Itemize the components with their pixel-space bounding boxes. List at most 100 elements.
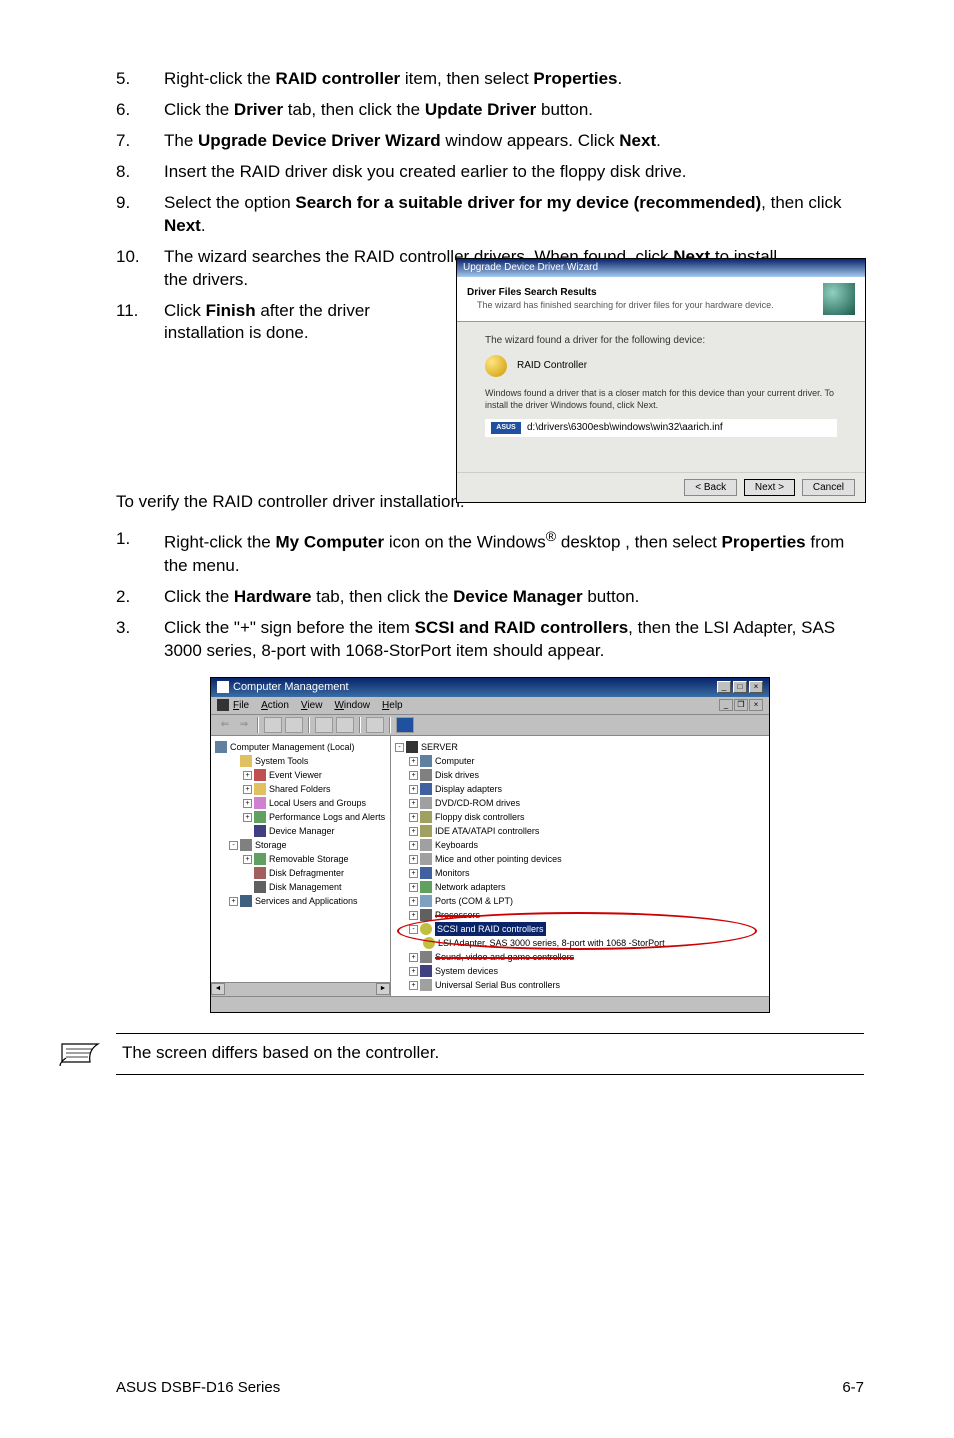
tree-item-label[interactable]: Universal Serial Bus controllers <box>435 978 560 992</box>
tree-item-label[interactable]: Storage <box>255 838 287 852</box>
tree-item-label[interactable]: Floppy disk controllers <box>435 810 525 824</box>
scroll-right-button[interactable]: ► <box>376 983 390 995</box>
tree-item-label[interactable]: Ports (COM & LPT) <box>435 894 513 908</box>
note-icon <box>58 1040 102 1066</box>
collapse-icon[interactable]: - <box>395 743 404 752</box>
expand-icon[interactable]: + <box>243 799 252 808</box>
toolbar-button[interactable] <box>366 717 384 733</box>
mouse-icon <box>420 853 432 865</box>
tree-item-label[interactable]: IDE ATA/ATAPI controllers <box>435 824 539 838</box>
toolbar-forward-icon[interactable]: ⇒ <box>236 717 252 733</box>
tree-item-label[interactable]: Mice and other pointing devices <box>435 852 562 866</box>
expand-icon[interactable]: + <box>229 897 238 906</box>
expand-icon[interactable]: + <box>409 981 418 990</box>
close-button[interactable]: × <box>749 681 763 693</box>
sys-icon <box>420 965 432 977</box>
console-icon <box>217 699 229 711</box>
tree-item-label[interactable]: Disk Defragmenter <box>269 866 344 880</box>
minimize-button[interactable]: _ <box>717 681 731 693</box>
tree-item-label[interactable]: System Tools <box>255 754 308 768</box>
menu-window[interactable]: Window <box>334 699 370 713</box>
note-box: The screen differs based on the controll… <box>116 1033 864 1075</box>
back-button[interactable]: < Back <box>684 479 737 497</box>
expand-icon[interactable]: - <box>229 841 238 850</box>
menu-help[interactable]: Help <box>382 699 403 713</box>
tree-item-label[interactable]: Event Viewer <box>269 768 322 782</box>
server-label[interactable]: SERVER <box>421 740 458 754</box>
tree-item-label[interactable]: Shared Folders <box>269 782 331 796</box>
server-icon <box>406 741 418 753</box>
users-icon <box>254 797 266 809</box>
expand-icon[interactable]: + <box>409 911 418 920</box>
tree-item-label[interactable]: Device Manager <box>269 824 335 838</box>
expand-icon[interactable]: + <box>409 953 418 962</box>
tree-item-label[interactable]: Monitors <box>435 866 470 880</box>
scroll-left-button[interactable]: ◄ <box>211 983 225 995</box>
computer-icon <box>215 741 227 753</box>
tree-root[interactable]: Computer Management (Local) <box>230 740 355 754</box>
mdi-minimize-button[interactable]: _ <box>719 699 733 711</box>
scsi-controllers-label[interactable]: SCSI and RAID controllers <box>435 922 546 936</box>
wizard-header-sub: The wizard has finished searching for dr… <box>477 299 823 311</box>
tree-item-label[interactable]: Removable Storage <box>269 852 349 866</box>
expand-icon[interactable]: + <box>409 855 418 864</box>
wizard-device: RAID Controller <box>517 359 587 373</box>
expand-icon[interactable]: + <box>409 785 418 794</box>
tree-item-label[interactable]: Network adapters <box>435 880 506 894</box>
tree-item-label[interactable]: Sound, video and game controllers <box>435 950 574 964</box>
kbd-icon <box>420 839 432 851</box>
diskmgmt-icon <box>254 881 266 893</box>
expand-icon[interactable]: + <box>409 897 418 906</box>
storage-icon <box>240 839 252 851</box>
expand-icon[interactable]: + <box>243 855 252 864</box>
dev-icon <box>420 951 432 963</box>
toolbar-button[interactable] <box>315 717 333 733</box>
wizard-match-line: Windows found a driver that is a closer … <box>485 387 837 411</box>
toolbar-button[interactable] <box>285 717 303 733</box>
next-button[interactable]: Next > <box>744 479 795 497</box>
tree-item-label[interactable]: Processors <box>435 908 480 922</box>
wizard-found-line: The wizard found a driver for the follow… <box>485 334 837 348</box>
menu-file[interactable]: File <box>233 699 249 713</box>
toolbar-button[interactable] <box>396 717 414 733</box>
tree-item-label[interactable]: Computer <box>435 754 475 768</box>
toolbar-back-icon[interactable]: ⇐ <box>217 717 233 733</box>
toolbar-button[interactable] <box>336 717 354 733</box>
expand-icon[interactable]: + <box>409 967 418 976</box>
menu-action[interactable]: Action <box>261 699 289 713</box>
expand-icon[interactable]: + <box>409 883 418 892</box>
menu-view[interactable]: View <box>301 699 323 713</box>
wizard-path: d:\drivers\6300esb\windows\win32\aarich.… <box>527 421 723 435</box>
tree-item-label[interactable]: Disk drives <box>435 768 479 782</box>
mdi-restore-button[interactable]: ❐ <box>734 699 748 711</box>
expand-icon[interactable]: + <box>409 771 418 780</box>
toolbar-button[interactable] <box>264 717 282 733</box>
expand-icon[interactable]: + <box>243 813 252 822</box>
expand-icon[interactable]: + <box>409 799 418 808</box>
tree-item-label[interactable]: Disk Management <box>269 880 342 894</box>
mdi-close-button[interactable]: × <box>749 699 763 711</box>
cm-status-bar <box>211 996 769 1012</box>
expand-icon[interactable]: + <box>409 841 418 850</box>
expand-icon[interactable]: + <box>409 827 418 836</box>
maximize-button[interactable]: □ <box>733 681 747 693</box>
tree-item-label[interactable]: Keyboards <box>435 838 478 852</box>
tree-item-label[interactable]: Display adapters <box>435 782 502 796</box>
tree-item-label[interactable]: Local Users and Groups <box>269 796 366 810</box>
footer-right: 6-7 <box>842 1378 864 1398</box>
tree-item-label[interactable]: System devices <box>435 964 498 978</box>
collapse-icon[interactable]: - <box>409 925 418 934</box>
tree-item-label[interactable]: DVD/CD-ROM drives <box>435 796 520 810</box>
expand-icon[interactable]: + <box>409 813 418 822</box>
dvd-icon <box>420 797 432 809</box>
cancel-button[interactable]: Cancel <box>802 479 855 497</box>
expand-icon[interactable]: + <box>243 785 252 794</box>
footer-left: ASUS DSBF-D16 Series <box>116 1378 280 1398</box>
lsi-adapter-label[interactable]: LSI Adapter, SAS 3000 series, 8-port wit… <box>438 936 665 950</box>
scsi-icon <box>420 923 432 935</box>
tree-item-label[interactable]: Services and Applications <box>255 894 358 908</box>
expand-icon[interactable]: + <box>409 869 418 878</box>
expand-icon[interactable]: + <box>409 757 418 766</box>
tree-item-label[interactable]: Performance Logs and Alerts <box>269 810 385 824</box>
expand-icon[interactable]: + <box>243 771 252 780</box>
